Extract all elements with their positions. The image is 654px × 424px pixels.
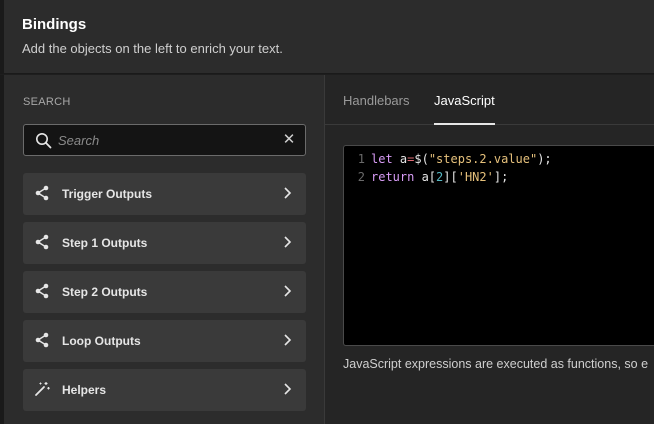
page-subtitle: Add the objects on the left to enrich yo… bbox=[22, 41, 283, 56]
sidebar-item-label: Loop Outputs bbox=[62, 334, 141, 348]
sidebar-item-loop-outputs[interactable]: Loop Outputs bbox=[23, 320, 306, 362]
chevron-right-icon bbox=[284, 236, 292, 248]
code-token: ][ bbox=[443, 170, 458, 184]
line-number: 1 bbox=[357, 152, 365, 166]
code-token: a[ bbox=[414, 170, 437, 184]
sidebar-item-label: Step 2 Outputs bbox=[62, 285, 148, 299]
share-icon bbox=[35, 234, 49, 250]
search-icon bbox=[36, 133, 52, 149]
code-token: 'HN2' bbox=[457, 170, 494, 184]
bindings-sidebar: SEARCH ✕ Trigger Outputs bbox=[0, 75, 324, 424]
search-section-label: SEARCH bbox=[23, 96, 71, 108]
share-icon bbox=[35, 283, 49, 299]
share-icon bbox=[35, 332, 49, 348]
code-token: a bbox=[392, 152, 408, 166]
chevron-right-icon bbox=[284, 334, 292, 346]
tab-handlebars[interactable]: Handlebars bbox=[343, 93, 410, 108]
code-line: 1 let a=$("steps.2.value"); bbox=[344, 150, 552, 168]
code-token: let bbox=[371, 152, 393, 166]
close-icon[interactable]: ✕ bbox=[282, 131, 296, 149]
sidebar-item-step-1-outputs[interactable]: Step 1 Outputs bbox=[23, 222, 306, 264]
sidebar-item-label: Step 1 Outputs bbox=[62, 236, 148, 250]
editor-panel: Handlebars JavaScript 1 let a=$("steps.2.… bbox=[325, 75, 654, 424]
sidebar-item-helpers[interactable]: Helpers bbox=[23, 369, 306, 411]
code-token: $( bbox=[414, 152, 429, 166]
chevron-right-icon bbox=[284, 285, 292, 297]
line-number: 2 bbox=[357, 170, 365, 184]
code-token: ]; bbox=[493, 170, 509, 184]
tab-javascript[interactable]: JavaScript bbox=[434, 93, 495, 108]
sidebar-item-label: Trigger Outputs bbox=[62, 187, 152, 201]
active-tab-indicator bbox=[434, 123, 495, 125]
bindings-list: Trigger Outputs Step 1 Outputs Step 2 Ou… bbox=[23, 173, 306, 418]
code-line: 2 return a[2]['HN2']; bbox=[344, 168, 509, 186]
sidebar-item-label: Helpers bbox=[62, 383, 107, 397]
sidebar-item-trigger-outputs[interactable]: Trigger Outputs bbox=[23, 173, 306, 215]
code-token: return bbox=[371, 170, 415, 184]
code-token: ); bbox=[537, 152, 552, 166]
tab-bar: Handlebars JavaScript bbox=[325, 75, 654, 125]
sidebar-item-step-2-outputs[interactable]: Step 2 Outputs bbox=[23, 271, 306, 313]
chevron-right-icon bbox=[284, 187, 292, 199]
code-editor[interactable]: 1 let a=$("steps.2.value"); 2 return a[2][… bbox=[343, 145, 654, 346]
magic-wand-icon bbox=[35, 382, 50, 396]
search-field[interactable]: ✕ bbox=[23, 124, 306, 156]
share-icon bbox=[35, 185, 49, 201]
page-title: Bindings bbox=[22, 16, 87, 33]
search-input[interactable] bbox=[58, 131, 268, 149]
code-token: "steps.2.value" bbox=[428, 152, 538, 166]
modal-header: Bindings Add the objects on the left to … bbox=[0, 0, 654, 74]
help-text: JavaScript expressions are executed as f… bbox=[343, 357, 649, 371]
chevron-right-icon bbox=[284, 383, 292, 395]
